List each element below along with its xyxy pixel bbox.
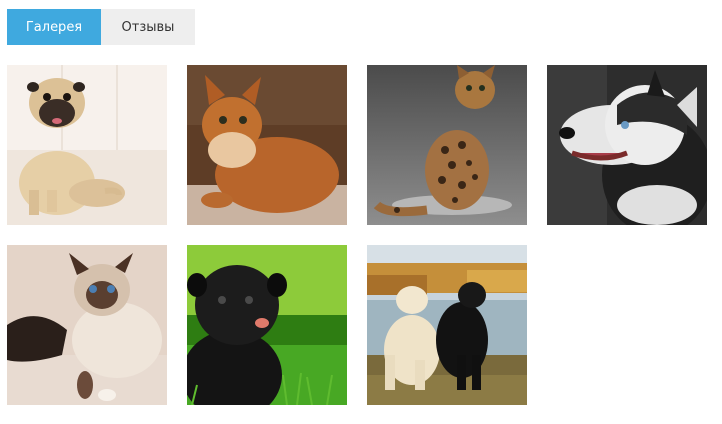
tab-gallery[interactable]: Галерея	[7, 9, 101, 45]
tab-reviews[interactable]: Отзывы	[101, 9, 195, 45]
labradors-image	[367, 245, 527, 405]
pug-black-image	[187, 245, 347, 405]
gallery-thumb-cat-bengal[interactable]	[367, 65, 527, 225]
cat-siamese-fluffy-image	[7, 245, 167, 405]
gallery-thumb-labradors[interactable]	[367, 245, 527, 405]
cat-orange-fluffy-image	[187, 65, 347, 225]
gallery-thumb-pug-fawn[interactable]	[7, 65, 167, 225]
gallery-thumb-husky[interactable]	[547, 65, 707, 225]
gallery-thumb-cat-siamese[interactable]	[7, 245, 167, 405]
pug-fawn-image	[7, 65, 167, 225]
tab-bar: Галерея Отзывы	[7, 9, 195, 45]
cat-bengal-spotted-image	[367, 65, 527, 225]
gallery-thumb-pug-black[interactable]	[187, 245, 347, 405]
gallery-thumb-cat-orange[interactable]	[187, 65, 347, 225]
dog-husky-image	[547, 65, 707, 225]
